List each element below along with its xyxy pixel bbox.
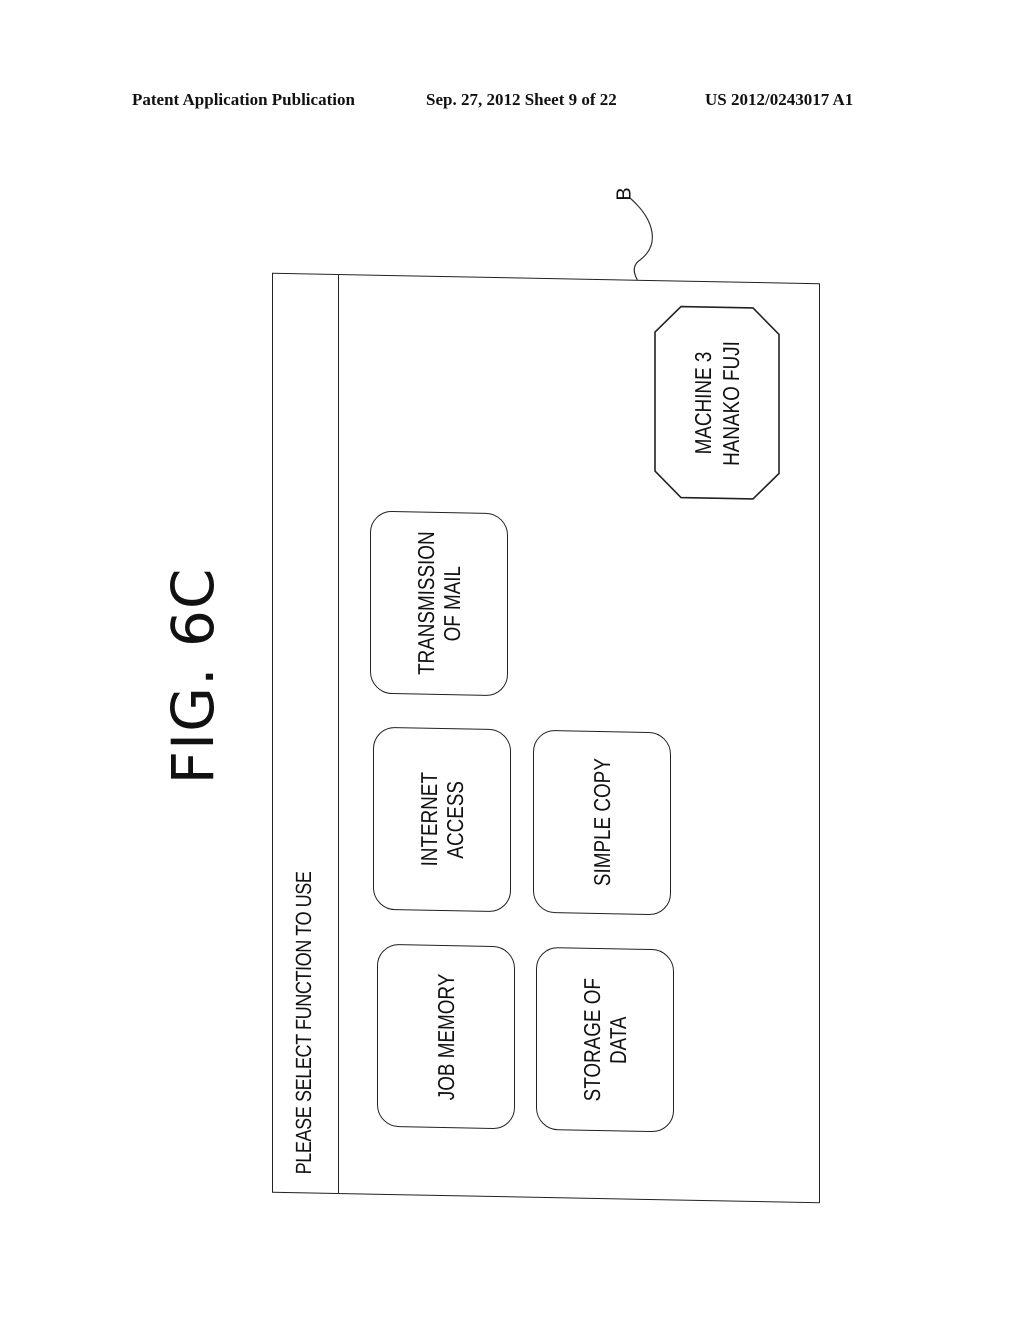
patent-number: US 2012/0243017 A1 <box>705 90 854 109</box>
figure-label: FIG. 6C <box>148 568 238 785</box>
internet-access-button[interactable]: INTERNET ACCESS <box>373 726 511 913</box>
machine-badge-text: MACHINE 3 HANAKO FUJI <box>653 304 781 501</box>
simple-copy-label: SIMPLE COPY <box>589 758 615 887</box>
screen-frame: PLEASE SELECT FUNCTION TO USE JOB MEMORY… <box>272 272 820 1204</box>
figure-label-text: FIG. 6C <box>159 567 227 785</box>
simple-copy-button[interactable]: SIMPLE COPY <box>533 729 671 916</box>
function-select-screen: PLEASE SELECT FUNCTION TO USE JOB MEMORY… <box>272 272 820 1204</box>
publication-title: Patent Application Publication <box>132 90 355 109</box>
job-memory-label: JOB MEMORY <box>433 973 459 1101</box>
machine-badge-label: MACHINE 3 HANAKO FUJI <box>690 340 744 466</box>
job-memory-button[interactable]: JOB MEMORY <box>377 943 515 1130</box>
screen-title: PLEASE SELECT FUNCTION TO USE <box>291 871 316 1175</box>
storage-of-data-button[interactable]: STORAGE OF DATA <box>536 946 674 1133</box>
transmission-of-mail-button[interactable]: TRANSMISSION OF MAIL <box>370 510 508 697</box>
page-header: Patent Application Publication Sep. 27, … <box>0 90 1024 114</box>
storage-of-data-label: STORAGE OF DATA <box>579 977 631 1102</box>
transmission-of-mail-label: TRANSMISSION OF MAIL <box>413 531 465 676</box>
screen-title-bar: PLEASE SELECT FUNCTION TO USE <box>273 273 339 1194</box>
date-sheet: Sep. 27, 2012 Sheet 9 of 22 <box>426 90 617 109</box>
internet-access-label: INTERNET ACCESS <box>416 771 468 867</box>
machine-user-badge[interactable]: MACHINE 3 HANAKO FUJI <box>653 304 781 501</box>
